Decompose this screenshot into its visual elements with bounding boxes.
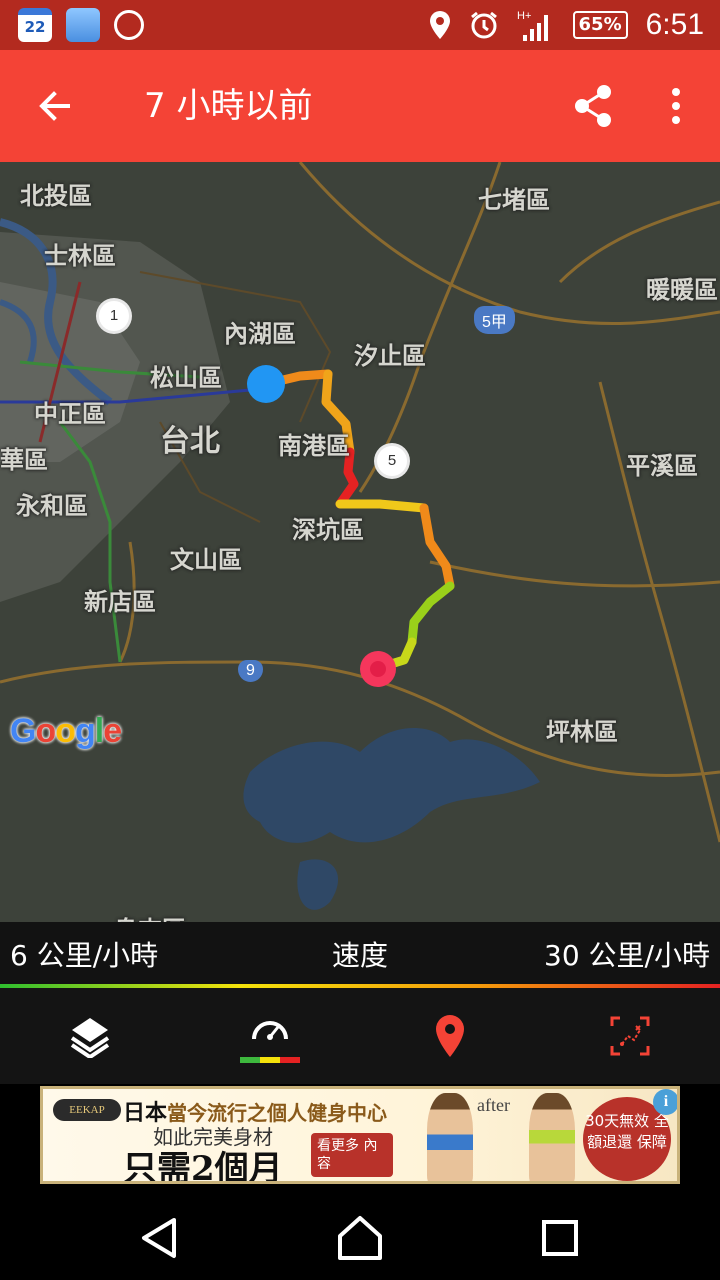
district-label: 內湖區 (224, 320, 296, 348)
district-label: 新店區 (84, 588, 156, 616)
district-label: 汐止區 (354, 342, 426, 370)
district-label: 烏來區 (114, 910, 186, 922)
page-title: 7 小時以前 (144, 86, 313, 126)
clock: 6:51 (645, 8, 704, 41)
battery-icon: 65% (572, 11, 628, 39)
route-shield: 5甲 (474, 306, 515, 334)
tab-fit-route[interactable] (540, 988, 720, 1084)
notification-icons: 22 (18, 8, 144, 42)
highway-marker: 5 (377, 446, 407, 476)
signal-icon: H+ (517, 10, 548, 41)
more-vert-icon[interactable] (650, 78, 706, 134)
location-icon (429, 11, 450, 39)
back-icon[interactable] (132, 1210, 188, 1266)
speed-max: 30 公里/小時 (544, 939, 710, 972)
district-label: 中正區 (34, 400, 106, 428)
district-label: 北投區 (20, 182, 92, 210)
location-pin-icon (436, 1015, 464, 1057)
app-bar: 7 小時以前 (0, 50, 720, 162)
highway-marker: 1 (99, 301, 129, 331)
google-logo: Google (10, 712, 122, 750)
district-label: 七堵區 (478, 186, 550, 214)
share-icon[interactable] (566, 78, 622, 134)
ad-tagline: 只需2個月 (123, 1149, 283, 1184)
layers-icon (70, 1018, 110, 1058)
ad-more-button[interactable]: 看更多 內 容 (311, 1133, 393, 1177)
system-icons: H+ 65% 6:51 (429, 6, 704, 44)
ad-banner-area: EEKAP 日本當今流行之個人健身中心 如此完美身材 只需2個月 看更多 內 容… (0, 1084, 720, 1196)
ad-image-before (427, 1093, 473, 1181)
ad-banner[interactable]: EEKAP 日本當今流行之個人健身中心 如此完美身材 只需2個月 看更多 內 容… (40, 1086, 680, 1184)
district-label: 士林區 (44, 242, 116, 270)
ad-info-icon[interactable]: i (653, 1089, 677, 1115)
food-icon (114, 10, 144, 40)
recents-icon[interactable] (532, 1210, 588, 1266)
district-label: 文山區 (170, 546, 242, 574)
ad-image-after (529, 1093, 575, 1181)
navigation-bar (0, 1196, 720, 1280)
ad-after-label: after (477, 1095, 510, 1115)
speed-legend: 6 公里/小時 速度 30 公里/小時 (0, 922, 720, 988)
tab-location[interactable] (360, 988, 540, 1084)
tab-speed[interactable] (180, 988, 360, 1084)
home-icon[interactable] (332, 1210, 388, 1266)
weather-icon (66, 8, 100, 42)
district-label: 暖暖區 (646, 276, 718, 304)
arrow-back-icon[interactable] (28, 78, 84, 134)
district-label: 坪林區 (546, 718, 618, 746)
tab-layers[interactable] (0, 988, 180, 1084)
alarm-icon (470, 11, 497, 39)
active-tab-indicator (240, 1057, 300, 1063)
calendar-icon: 22 (18, 8, 52, 42)
district-label: 台北 (160, 424, 220, 459)
status-bar: 22 H+ 65% 6:51 (0, 0, 720, 50)
district-label: 華區 (0, 446, 48, 474)
district-label: 松山區 (150, 364, 222, 392)
ad-logo: EEKAP (53, 1099, 121, 1121)
fit-route-icon (610, 1016, 650, 1056)
network-type: H+ (517, 10, 531, 22)
speedometer-icon (252, 1021, 288, 1040)
district-label: 南港區 (278, 432, 350, 460)
district-label: 永和區 (16, 492, 88, 520)
map-view[interactable]: 北投區 士林區 七堵區 暖暖區 內湖區 汐止區 松山區 中正區 台北 南港區 華… (0, 162, 720, 922)
bottom-tabs (0, 988, 720, 1084)
district-label: 深坑區 (292, 516, 364, 544)
district-label: 平溪區 (626, 452, 698, 480)
